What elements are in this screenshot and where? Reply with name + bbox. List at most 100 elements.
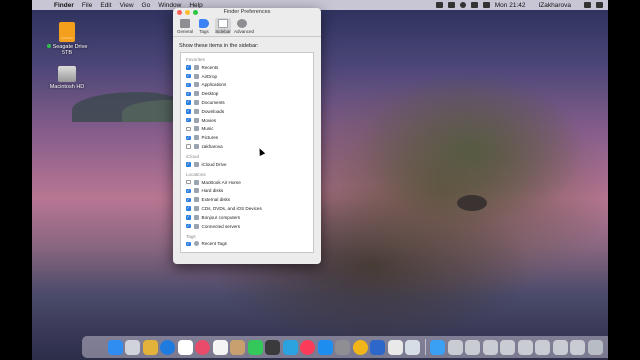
checkbox[interactable]: ✓ [186,100,191,105]
window-icon-7[interactable] [552,339,568,355]
calendar-icon[interactable] [177,339,193,355]
checkbox[interactable]: ✓ [186,82,191,88]
apple-menu-icon[interactable] [39,1,47,9]
trash-icon[interactable] [587,339,603,355]
list-item-home[interactable]: zakharova [181,142,313,151]
messages-icon[interactable] [247,339,263,355]
checkbox[interactable] [186,144,191,149]
checkbox[interactable]: ✓ [186,197,191,202]
window-icon[interactable] [447,339,463,355]
sidebar-items-list[interactable]: Favorites ✓ Recents ✓ AirDrop ✓ Application… [180,52,314,253]
tab-label: Sidebar [215,29,231,34]
search-icon[interactable] [584,2,591,8]
item-label: CDs, DVDs, and iOS Devices [201,206,262,212]
checkbox[interactable]: ✓ [186,117,191,123]
list-item-macbook-air-home[interactable]: MacBook Air Home [181,178,313,187]
status-app-icon[interactable] [435,2,443,8]
battery-icon[interactable] [470,2,478,8]
window-icon-5[interactable] [517,339,533,355]
desktop-icon-seagate[interactable]: Seagate Drive 5TB [42,22,92,56]
checkbox[interactable] [186,179,191,185]
list-item-connected-servers[interactable]: ✓ Connected servers [181,222,313,231]
launchpad-icon[interactable] [125,339,140,355]
user-name[interactable]: IZakharova [538,2,571,9]
menu-file[interactable]: File [82,2,92,9]
window-icon-2[interactable] [465,339,480,355]
tab-tags[interactable]: Tags [196,18,212,34]
list-item-icloud-drive[interactable]: ✓ iCloud Drive [181,160,313,169]
zoom-button[interactable] [193,10,198,15]
section-header-tags: Tags [186,233,196,239]
checkbox[interactable]: ✓ [186,188,191,194]
checkbox[interactable]: ✓ [186,241,191,247]
desktop-icon-macintosh-hd[interactable]: Macintosh HD [42,66,92,90]
checkbox[interactable]: ✓ [186,109,191,114]
list-item-recent-tags[interactable]: ✓ Recent Tags [181,240,313,249]
home-icon [193,144,199,150]
checkbox[interactable]: ✓ [186,73,191,79]
window-icon-6[interactable] [535,339,550,355]
menu-finder[interactable]: Finder [54,2,74,9]
list-item-applications[interactable]: ✓ Applications [181,81,313,90]
window-icon-3[interactable] [482,339,498,355]
photos-icon[interactable] [195,339,210,355]
list-item-downloads[interactable]: ✓ Downloads [181,107,313,116]
list-item-airdrop[interactable]: ✓ AirDrop [181,72,313,81]
tab-sidebar[interactable]: Sidebar [215,18,231,34]
checkbox[interactable]: ✓ [186,162,191,167]
tag-icon [193,241,199,247]
close-button[interactable] [177,10,182,15]
window-titlebar[interactable]: Finder Preferences [173,8,321,17]
menu-go[interactable]: Go [142,2,151,9]
list-item-cds-dvds-ios[interactable]: ✓ CDs, DVDs, and iOS Devices [181,204,313,213]
app-store-icon[interactable] [317,339,333,355]
folder-icon[interactable] [430,339,445,355]
safari-icon[interactable] [160,339,175,355]
settings-icon[interactable] [335,339,350,355]
music-icon[interactable] [300,339,315,355]
list-item-external-disks[interactable]: ✓ External disks [181,195,313,204]
checkbox[interactable]: ✓ [186,91,191,97]
list-item-bonjour-computers[interactable]: ✓ Bonjour computers [181,213,313,222]
checkbox[interactable]: ✓ [186,215,191,220]
checkbox[interactable] [186,126,191,132]
window-icon-8[interactable] [570,339,585,355]
minimize-button[interactable] [185,10,190,15]
tab-advanced[interactable]: Advanced [234,18,254,34]
list-item-documents[interactable]: ✓ Documents [181,98,313,107]
tab-general[interactable]: General [177,18,193,34]
checkbox[interactable]: ✓ [186,65,191,70]
list-item-movies[interactable]: ✓ Movies [181,116,313,125]
checkbox[interactable]: ✓ [186,206,191,211]
pane-heading: Show these items in the sidebar: [179,43,259,49]
screenshot-icon[interactable] [405,339,420,355]
facetime-icon[interactable] [265,339,280,355]
telegram-icon[interactable] [282,339,298,355]
finder-icon[interactable] [107,339,123,355]
control-center-icon[interactable] [596,2,603,8]
reminders-icon[interactable] [212,339,228,355]
desktop-icon-label: Seagate Drive 5TB [52,44,88,56]
chrome-icon[interactable] [352,339,368,355]
list-item-hard-disks[interactable]: ✓ Hard disks [181,187,313,196]
preview-icon[interactable] [370,339,385,355]
contacts-icon[interactable] [230,339,245,355]
list-item-recents[interactable]: ✓ Recents [181,63,313,72]
clock[interactable]: Mon 21:42 [495,2,526,9]
menu-edit[interactable]: Edit [100,2,111,9]
notes-yellow-icon[interactable] [142,339,158,355]
document-icon[interactable] [387,339,403,355]
recents-icon [193,64,199,70]
menu-view[interactable]: View [120,2,134,9]
wifi-icon[interactable] [482,2,490,8]
tags-icon [199,19,209,28]
microphone-icon[interactable] [459,2,466,8]
checkbox[interactable]: ✓ [186,135,191,141]
external-disk-icon [193,197,199,203]
checkbox[interactable]: ✓ [186,223,191,229]
window-icon-4[interactable] [500,339,515,355]
list-item-music[interactable]: Music [181,125,313,134]
list-item-desktop[interactable]: ✓ Desktop [181,89,313,98]
list-item-pictures[interactable]: ✓ Pictures [181,133,313,142]
status-app-icon-2[interactable] [447,2,455,8]
